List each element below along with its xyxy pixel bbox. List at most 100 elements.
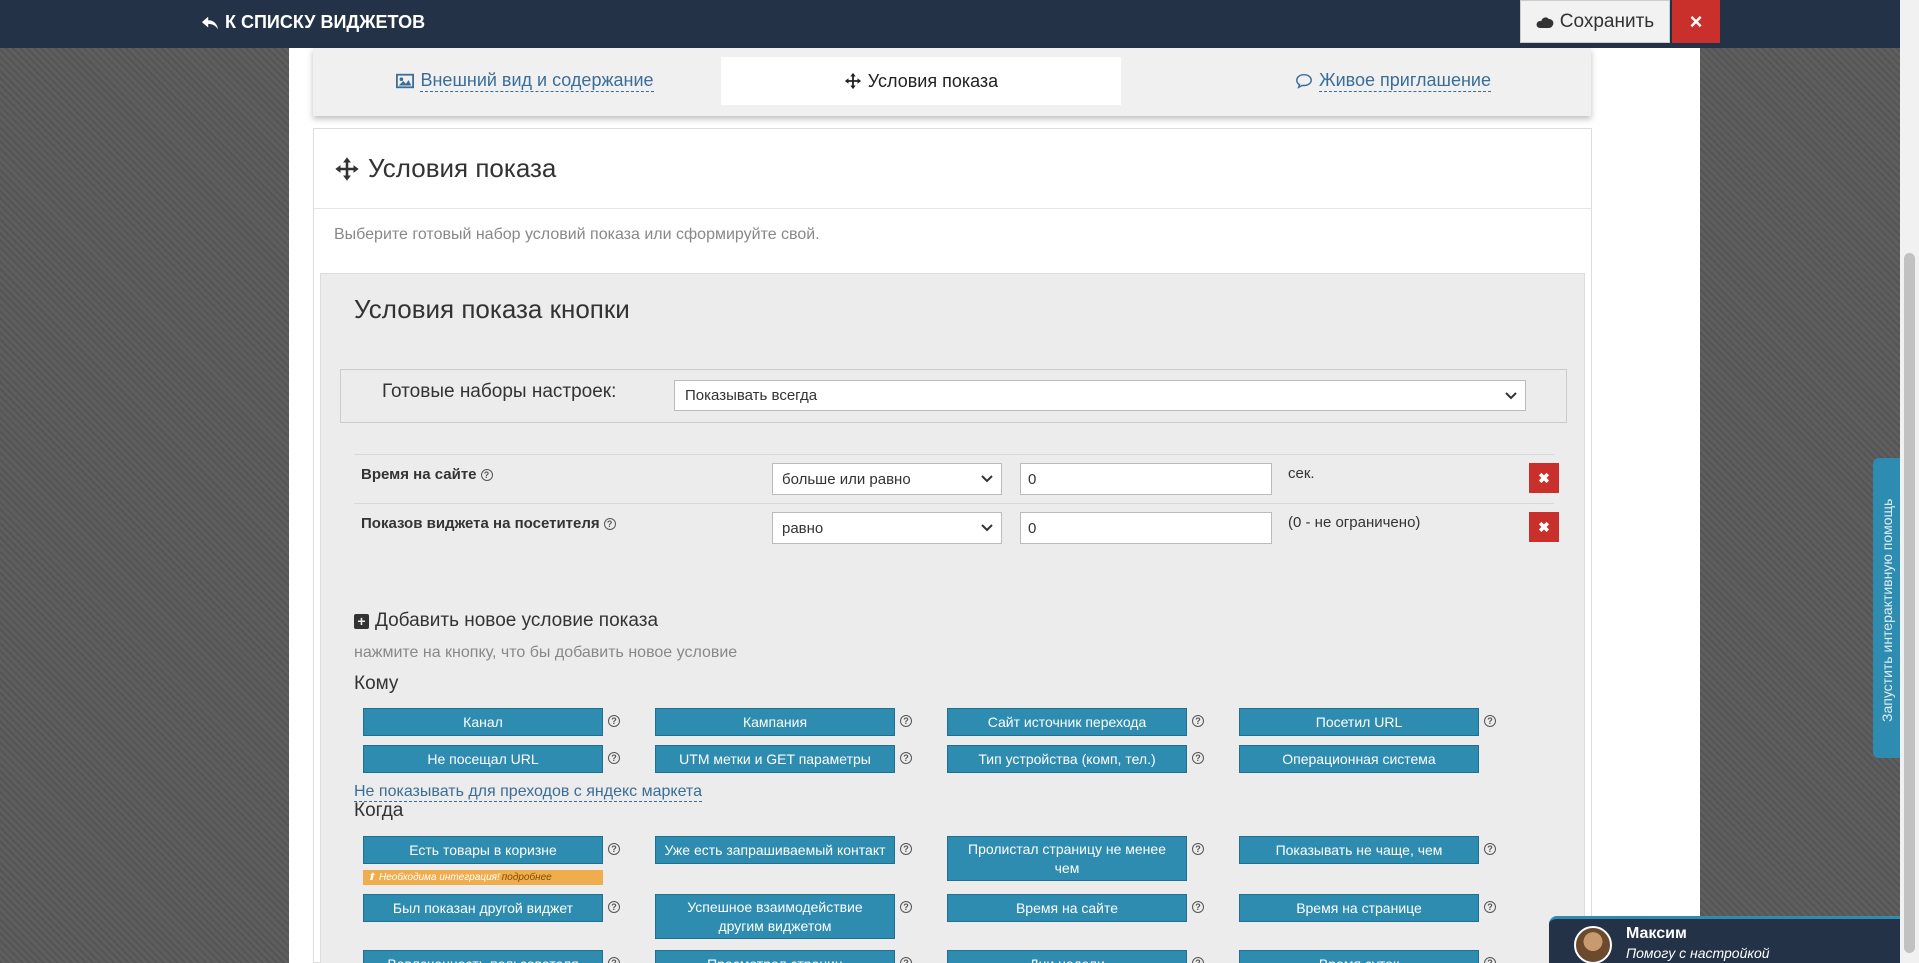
interactive-help-label: Запустить интерактивную помощь <box>1879 498 1895 722</box>
add-condition-heading: + Добавить новое условие показа <box>354 610 658 632</box>
condition-unit: сек. <box>1288 465 1315 482</box>
help-icon[interactable]: ? <box>900 715 912 727</box>
help-icon[interactable]: ? <box>1192 752 1204 764</box>
add-condition-time-of-day-button[interactable]: Время суток <box>1239 950 1479 963</box>
help-icon[interactable]: ? <box>608 752 620 764</box>
add-condition-device-type-button[interactable]: Тип устройства (комп, тел.) <box>947 745 1187 773</box>
add-condition-os-button[interactable]: Операционная система <box>1239 745 1479 773</box>
condition-operator-select[interactable]: больше или равно <box>772 463 1002 495</box>
add-condition-not-visited-url-button[interactable]: Не посещал URL <box>363 745 603 773</box>
display-conditions-panel: Условия показа Выберите готовый набор ус… <box>313 128 1592 963</box>
page-background-right <box>1700 48 1900 963</box>
help-icon[interactable]: ? <box>1192 715 1204 727</box>
help-icon[interactable]: ? <box>900 752 912 764</box>
help-icon[interactable]: ? <box>900 957 912 963</box>
add-condition-contact-exists-button[interactable]: Уже есть запрашиваемый контакт <box>655 836 895 864</box>
add-condition-frequency-button[interactable]: Показывать не чаще, чем <box>1239 836 1479 864</box>
close-icon: × <box>1689 8 1703 34</box>
image-icon <box>396 73 415 89</box>
chevron-down-icon <box>981 524 993 532</box>
add-condition-time-on-site-button[interactable]: Время на сайте <box>947 894 1187 922</box>
add-condition-pages-viewed-button[interactable]: Просмотрел страниц <box>655 950 895 963</box>
condition-value-input[interactable]: 0 <box>1020 463 1272 495</box>
tab-display-conditions-label: Условия показа <box>867 70 999 91</box>
help-icon[interactable]: ? <box>900 843 912 855</box>
add-condition-time-on-page-button[interactable]: Время на странице <box>1239 894 1479 922</box>
chevron-down-icon <box>1505 392 1517 400</box>
tab-appearance[interactable]: Внешний вид и содержание <box>357 57 693 105</box>
preset-row: Готовые наборы настроек: Показывать всег… <box>340 369 1567 423</box>
condition-operator-select[interactable]: равно <box>772 512 1002 544</box>
integration-more-link[interactable]: подробнее <box>502 872 552 883</box>
help-icon[interactable]: ? <box>608 715 620 727</box>
scrollbar-thumb[interactable] <box>1904 253 1915 953</box>
add-condition-weekdays-button[interactable]: Дни недели <box>947 950 1187 963</box>
help-icon[interactable]: ? <box>1484 715 1496 727</box>
tab-display-conditions[interactable]: Условия показа <box>721 57 1121 105</box>
delete-condition-button[interactable]: ✖ <box>1529 463 1559 493</box>
chat-icon <box>1296 73 1312 89</box>
add-condition-visited-url-button[interactable]: Посетил URL <box>1239 708 1479 736</box>
condition-value-text: 0 <box>1028 519 1037 537</box>
condition-value-input[interactable]: 0 <box>1020 512 1272 544</box>
back-link-label: К СПИСКУ ВИДЖЕТОВ <box>225 12 426 32</box>
delete-condition-button[interactable]: ✖ <box>1529 512 1559 542</box>
condition-row-widget-shows: Показов виджета на посетителя ? равно 0 … <box>354 503 1559 553</box>
preset-select[interactable]: Показывать всегда <box>674 380 1526 411</box>
help-icon[interactable]: ? <box>1484 843 1496 855</box>
yandex-market-link[interactable]: Не показывать для преходов с яндекс марк… <box>354 783 702 802</box>
chevron-down-icon <box>981 475 993 483</box>
group-title-who: Кому <box>354 673 399 694</box>
add-condition-hint: нажмите на кнопку, что бы добавить новое… <box>354 644 738 661</box>
plus-square-icon: + <box>354 613 369 629</box>
add-condition-scroll-depth-button[interactable]: Пролистал страницу не менее чем <box>947 836 1187 881</box>
help-icon[interactable]: ? <box>608 957 620 963</box>
help-icon[interactable]: ? <box>603 517 616 530</box>
button-conditions-box: Условия показа кнопки Готовые наборы нас… <box>320 273 1585 963</box>
help-icon[interactable]: ? <box>1192 901 1204 913</box>
chat-widget[interactable]: Максим Помогу с настройкой <box>1549 916 1900 963</box>
tab-bar: Внешний вид и содержание Условия показа … <box>313 48 1591 116</box>
condition-label-text: Показов виджета на посетителя <box>361 515 600 532</box>
panel-title: Условия показа <box>368 153 557 183</box>
help-icon[interactable]: ? <box>480 468 493 481</box>
help-icon[interactable]: ? <box>900 901 912 913</box>
add-condition-cart-items-button[interactable]: Есть товары в коризне <box>363 836 603 864</box>
help-icon[interactable]: ? <box>608 901 620 913</box>
close-icon: ✖ <box>1538 469 1550 486</box>
condition-label-text: Время на сайте <box>361 466 477 483</box>
help-icon[interactable]: ? <box>608 843 620 855</box>
panel-header: Условия показа <box>314 129 1591 209</box>
save-button-label: Сохранить <box>1559 10 1655 32</box>
add-condition-campaign-button[interactable]: Кампания <box>655 708 895 736</box>
cloud-icon <box>1536 16 1554 28</box>
add-condition-other-widget-interaction-button[interactable]: Успешное взаимодействие другим виджетом <box>655 894 895 939</box>
tab-live-invitation[interactable]: Живое приглашение <box>1193 57 1593 105</box>
tab-appearance-label: Внешний вид и содержание <box>420 70 654 92</box>
condition-value-text: 0 <box>1028 470 1037 488</box>
condition-operator-value: равно <box>782 519 824 537</box>
box-title: Условия показа кнопки <box>354 294 630 324</box>
add-condition-channel-button[interactable]: Канал <box>363 708 603 736</box>
help-icon[interactable]: ? <box>1484 901 1496 913</box>
close-button[interactable]: × <box>1672 0 1720 43</box>
tab-live-invitation-label: Живое приглашение <box>1318 70 1491 92</box>
back-to-widgets-link[interactable]: К СПИСКУ ВИДЖЕТОВ <box>201 12 425 33</box>
top-bar: К СПИСКУ ВИДЖЕТОВ Сохранить × <box>0 0 1900 48</box>
add-condition-engagement-button[interactable]: Вовлеченность пользователя <box>363 950 603 963</box>
help-icon[interactable]: ? <box>1484 957 1496 963</box>
page-background-left <box>0 48 289 963</box>
preset-select-value: Показывать всегда <box>685 387 818 404</box>
condition-unit: (0 - не ограничено) <box>1288 514 1421 531</box>
condition-label: Время на сайте ? <box>361 466 493 483</box>
preset-label: Готовые наборы настроек: <box>382 381 617 402</box>
help-icon[interactable]: ? <box>1192 843 1204 855</box>
condition-label: Показов виджета на посетителя ? <box>361 515 616 532</box>
chat-agent-subtitle: Помогу с настройкой <box>1626 945 1770 961</box>
add-condition-utm-button[interactable]: UTM метки и GET параметры <box>655 745 895 773</box>
add-condition-other-widget-shown-button[interactable]: Был показан другой виджет <box>363 894 603 922</box>
help-icon[interactable]: ? <box>1192 957 1204 963</box>
reply-arrow-icon <box>201 16 219 29</box>
add-condition-referrer-button[interactable]: Сайт источник перехода <box>947 708 1187 736</box>
save-button[interactable]: Сохранить <box>1520 0 1670 43</box>
